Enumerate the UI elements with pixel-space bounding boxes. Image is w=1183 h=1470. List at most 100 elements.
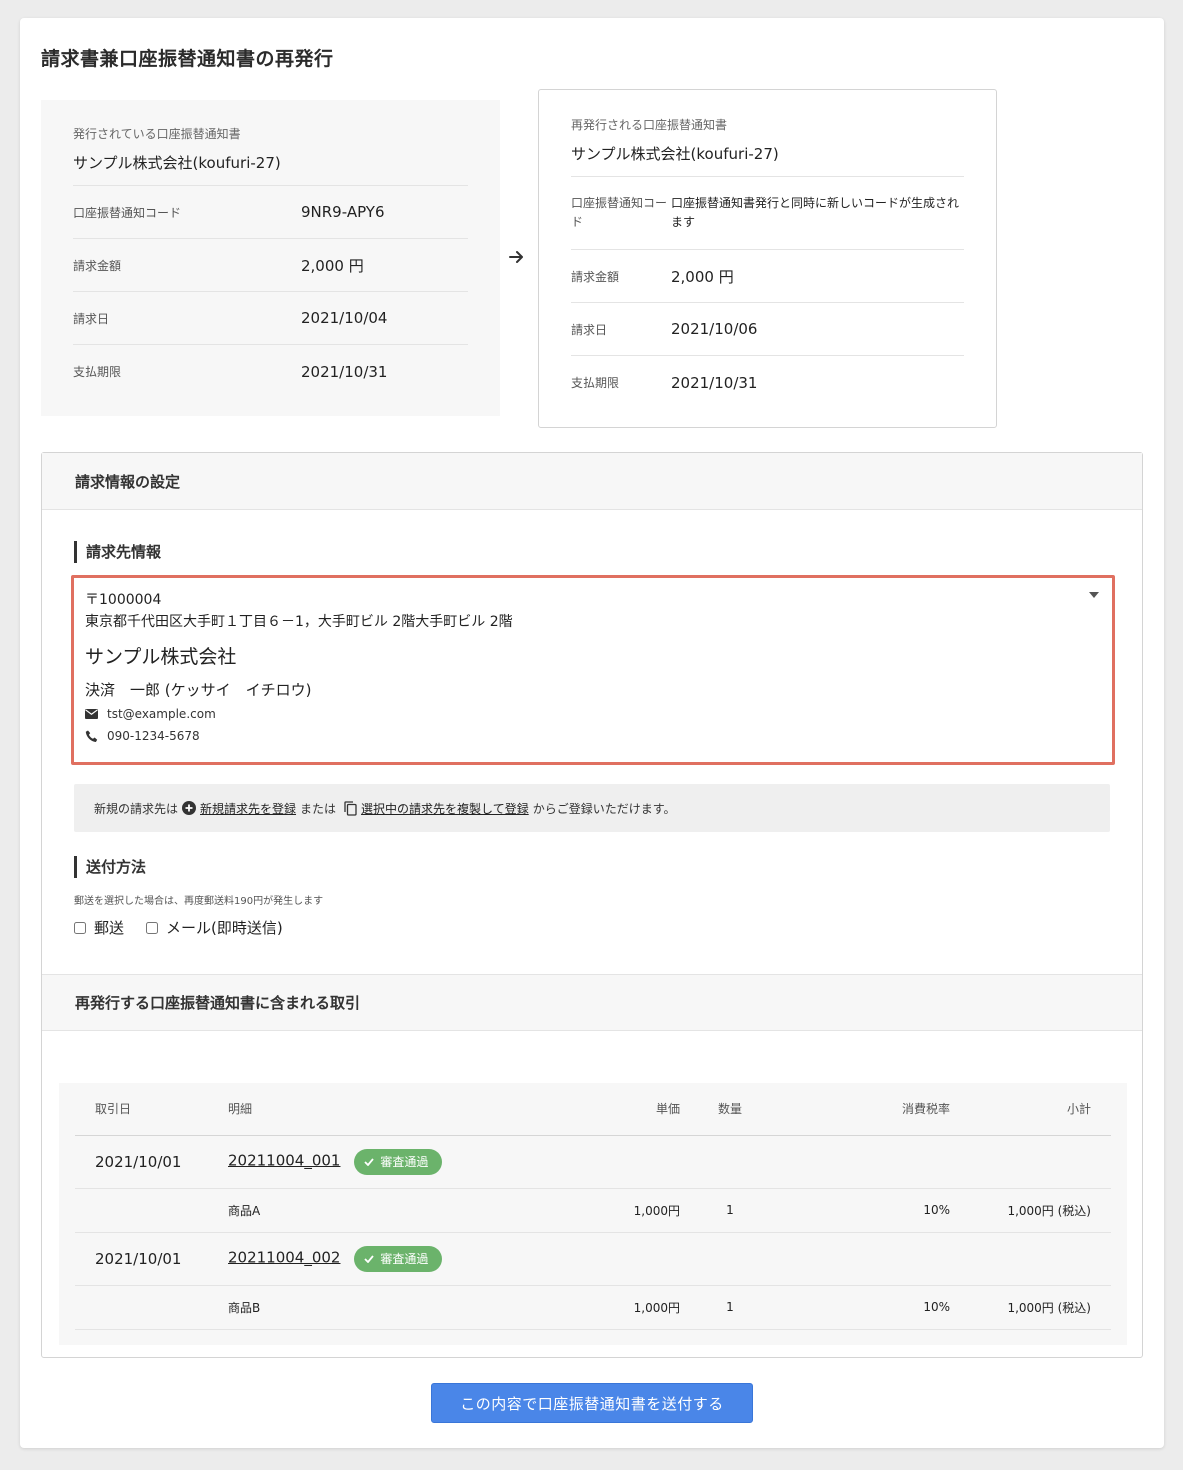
line-tax: 10% xyxy=(780,1285,950,1330)
row-value: 2021/10/04 xyxy=(301,309,388,327)
row-label: 支払期限 xyxy=(73,365,122,379)
table-row: 2021/10/01 20211004_002 審査通過 xyxy=(75,1232,1111,1286)
table-row: 2021/10/01 20211004_001 審査通過 xyxy=(75,1135,1111,1189)
row-value: 2021/10/06 xyxy=(671,320,758,338)
tx-id-link[interactable]: 20211004_001 xyxy=(228,1151,340,1169)
line-name: 商品A xyxy=(228,1188,558,1233)
line-name: 商品B xyxy=(228,1285,558,1330)
row-value: 9NR9-APY6 xyxy=(301,203,385,221)
line-tax: 10% xyxy=(780,1188,950,1233)
new-recipient-notice: 新規の請求先は 新規請求先を登録 または 選択中の請求先を複製して登録 からご登… xyxy=(74,784,1110,832)
copy-recipient-link[interactable]: 選択中の請求先を複製して登録 xyxy=(361,800,529,817)
notice-prefix: 新規の請求先は xyxy=(94,801,179,816)
recipient-phone-row: 090-1234-5678 xyxy=(85,728,1101,744)
row-label: 口座振替通知コード xyxy=(73,205,182,220)
col-detail: 明細 xyxy=(228,1083,558,1136)
copy-icon xyxy=(344,800,357,816)
phone-icon xyxy=(85,730,98,742)
current-notice-heading: 発行されている口座振替通知書 xyxy=(73,127,241,141)
email-label: メール(即時送信) xyxy=(166,919,283,937)
billing-settings-section: 請求情報の設定 請求先情報 〒1000004 東京都千代田区大手町１丁目６－1，… xyxy=(41,452,1143,1358)
postal-code: 〒1000004 xyxy=(85,592,162,608)
col-subtotal: 小計 xyxy=(950,1083,1111,1136)
reissued-code-row: 口座振替通知コード 口座振替通知書発行と同時に新しいコードが生成されます xyxy=(571,177,964,250)
recipient-email-row: tst@example.com xyxy=(85,706,1101,722)
recipient-select[interactable]: 〒1000004 東京都千代田区大手町１丁目６－1，大手町ビル 2階大手町ビル … xyxy=(71,575,1115,765)
line-qty: 1 xyxy=(680,1188,780,1233)
row-label: 請求金額 xyxy=(571,269,620,284)
main-card: 請求書兼口座振替通知書の再発行 発行されている口座振替通知書 サンプル株式会社(… xyxy=(20,18,1164,1448)
recipient-person: 決済 一郎 (ケッサイ イチロウ) xyxy=(85,681,312,699)
status-badge: 審査通過 xyxy=(354,1148,443,1175)
reissued-due-row: 支払期限 2021/10/31 xyxy=(571,356,964,409)
notice-middle: または xyxy=(300,801,337,816)
current-notice-company: サンプル株式会社(koufuri-27) xyxy=(73,152,468,186)
shipping-subtitle: 送付方法 xyxy=(74,856,146,878)
postal-label: 郵送 xyxy=(94,919,125,937)
row-value: 2,000 円 xyxy=(671,267,734,286)
col-price: 単価 xyxy=(558,1083,680,1136)
empty-cell xyxy=(75,1188,228,1233)
current-code-row: 口座振替通知コード 9NR9-APY6 xyxy=(73,186,468,239)
col-date: 取引日 xyxy=(75,1083,228,1136)
notice-suffix: からご登録いただけます。 xyxy=(532,801,676,816)
transactions-title: 再発行する口座振替通知書に含まれる取引 xyxy=(42,974,1142,1031)
postal-option[interactable]: 郵送 xyxy=(74,917,124,938)
row-label: 請求日 xyxy=(73,311,110,326)
reissued-notice-heading: 再発行される口座振替通知書 xyxy=(571,118,728,132)
row-value: 2021/10/31 xyxy=(671,373,758,392)
line-subtotal: 1,000円 (税込) xyxy=(950,1285,1111,1330)
arrow-right-icon xyxy=(509,247,525,269)
current-due-row: 支払期限 2021/10/31 xyxy=(73,345,468,398)
tx-id-cell: 20211004_001 審査通過 xyxy=(228,1135,1111,1189)
register-new-recipient-link[interactable]: 新規請求先を登録 xyxy=(200,800,296,817)
transactions-table: 取引日 明細 単価 数量 消費税率 小計 2021/10/01 20211004… xyxy=(75,1083,1111,1330)
email-checkbox[interactable] xyxy=(146,921,159,934)
tx-id-link[interactable]: 20211004_002 xyxy=(228,1248,340,1266)
envelope-icon xyxy=(85,709,98,719)
reissued-notice-panel: 再発行される口座振替通知書 サンプル株式会社(koufuri-27) 口座振替通… xyxy=(538,89,997,428)
submit-button[interactable]: この内容で口座振替通知書を送付する xyxy=(431,1383,753,1423)
recipient-company: サンプル株式会社 xyxy=(85,646,237,668)
reissued-date-row: 請求日 2021/10/06 xyxy=(571,303,964,356)
row-label: 請求日 xyxy=(571,322,608,337)
current-notice-panel: 発行されている口座振替通知書 サンプル株式会社(koufuri-27) 口座振替… xyxy=(41,100,500,416)
row-label: 口座振替通知コード xyxy=(571,196,668,229)
transactions-table-wrap: 取引日 明細 単価 数量 消費税率 小計 2021/10/01 20211004… xyxy=(59,1083,1127,1345)
row-value: 口座振替通知書発行と同時に新しいコードが生成されます xyxy=(671,196,960,229)
row-value: 2021/10/31 xyxy=(301,362,388,381)
reissued-notice-company: サンプル株式会社(koufuri-27) xyxy=(571,143,964,177)
table-row: 商品B 1,000円 1 10% 1,000円 (税込) xyxy=(75,1285,1111,1330)
tx-id-cell: 20211004_002 審査通過 xyxy=(228,1232,1111,1286)
shipping-options: 郵送 メール(即時送信) xyxy=(74,917,305,938)
tx-date: 2021/10/01 xyxy=(75,1135,228,1189)
postal-checkbox[interactable] xyxy=(74,921,86,934)
line-subtotal: 1,000円 (税込) xyxy=(950,1188,1111,1233)
recipient-subtitle: 請求先情報 xyxy=(74,541,161,563)
status-badge-label: 審査通過 xyxy=(380,1252,429,1266)
reissued-amount-row: 請求金額 2,000 円 xyxy=(571,250,964,303)
col-qty: 数量 xyxy=(680,1083,780,1136)
recipient-phone: 090-1234-5678 xyxy=(107,729,200,743)
row-label: 支払期限 xyxy=(571,376,620,390)
shipping-note: 郵送を選択した場合は、再度郵送料190円が発生します xyxy=(74,896,324,907)
table-row: 商品A 1,000円 1 10% 1,000円 (税込) xyxy=(75,1188,1111,1233)
page-title: 請求書兼口座振替通知書の再発行 xyxy=(41,48,334,70)
check-icon xyxy=(364,1254,375,1263)
check-icon xyxy=(364,1157,375,1166)
recipient-email: tst@example.com xyxy=(107,707,216,721)
row-value: 2,000 円 xyxy=(301,256,364,275)
row-label: 請求金額 xyxy=(73,258,122,273)
line-price: 1,000円 xyxy=(558,1285,680,1330)
col-tax: 消費税率 xyxy=(780,1083,950,1136)
current-date-row: 請求日 2021/10/04 xyxy=(73,292,468,345)
billing-settings-title: 請求情報の設定 xyxy=(42,453,1142,510)
table-header-row: 取引日 明細 単価 数量 消費税率 小計 xyxy=(75,1083,1111,1136)
status-badge-label: 審査通過 xyxy=(380,1155,429,1169)
empty-cell xyxy=(75,1285,228,1330)
email-option[interactable]: メール(即時送信) xyxy=(146,917,283,938)
address: 東京都千代田区大手町１丁目６－1，大手町ビル 2階大手町ビル 2階 xyxy=(85,614,513,630)
caret-down-icon[interactable] xyxy=(1089,592,1099,598)
tx-date: 2021/10/01 xyxy=(75,1232,228,1286)
plus-circle-icon xyxy=(182,801,197,815)
